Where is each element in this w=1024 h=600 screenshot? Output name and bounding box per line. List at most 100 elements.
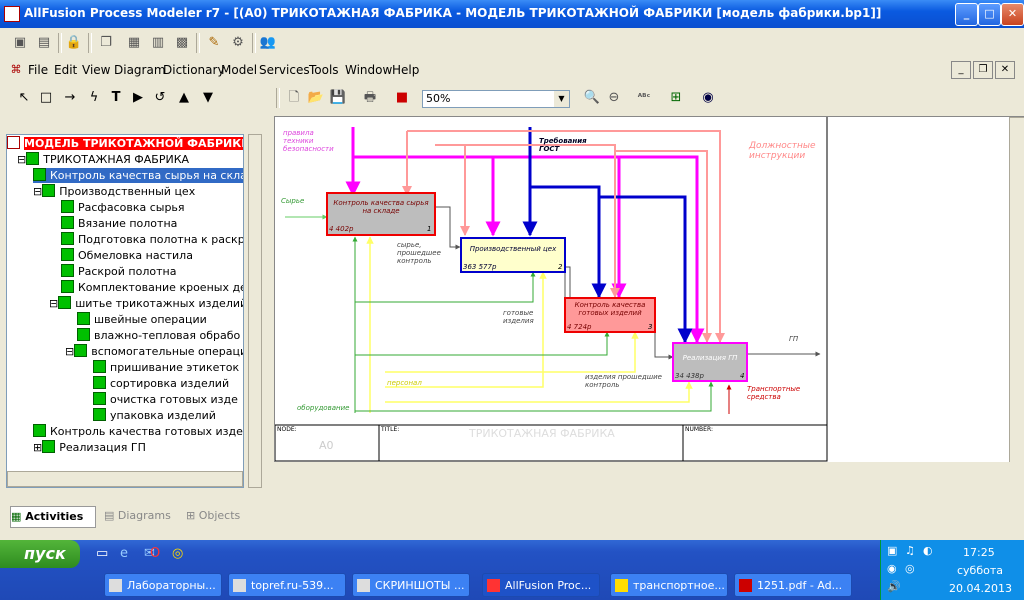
tray-icon[interactable]: ▣ (887, 544, 897, 557)
label-gp[interactable]: ГП (789, 335, 798, 343)
go-parent-icon[interactable]: ▲ (174, 88, 194, 108)
tree-item[interactable]: упаковка изделий (93, 408, 216, 423)
label-equipment[interactable]: оборудование (297, 404, 349, 412)
task-1[interactable]: Лабораторны... (104, 573, 222, 597)
box-tool-icon[interactable]: □ (36, 88, 56, 108)
tab-activities[interactable]: ▦ Activities (10, 506, 96, 528)
tree-horizontal-scrollbar[interactable] (7, 471, 243, 487)
activity-box-4[interactable]: Реализация ГП (677, 354, 743, 362)
copy-icon[interactable]: ❐ (96, 33, 116, 53)
diagram-canvas[interactable]: Контроль качества сырья на складе 4 402р… (274, 116, 1024, 462)
menu-window[interactable]: Window (345, 63, 392, 77)
color-icon[interactable]: ■ (392, 88, 412, 108)
undo-rotate-icon[interactable]: ↺ (150, 88, 170, 108)
decompose-icon[interactable]: ▶ (128, 88, 148, 108)
menu-tools[interactable]: Tools (309, 63, 339, 77)
tab-diagrams[interactable]: ▤ Diagrams (104, 506, 178, 526)
menu-file[interactable]: File (28, 63, 48, 77)
menu-edit[interactable]: Edit (54, 63, 77, 77)
report-icon[interactable]: ▦ (124, 33, 144, 53)
desktop-icon[interactable]: ▭ (96, 546, 108, 561)
chrome-icon[interactable]: ◎ (172, 546, 183, 561)
volume-icon[interactable]: 🔊 (887, 580, 901, 593)
open-icon[interactable]: 📂 (306, 88, 326, 108)
zoom-out-icon[interactable]: ⊖ (604, 88, 624, 108)
text-tool-icon[interactable]: T (106, 88, 126, 108)
tree-item[interactable]: Расфасовка сырья (61, 200, 185, 215)
settings-icon[interactable]: ⚙ (228, 33, 248, 53)
task-2[interactable]: topref.ru-539... (228, 573, 346, 597)
mdi-close-button[interactable]: ✕ (995, 61, 1015, 79)
splitter[interactable] (262, 114, 274, 540)
tree-item[interactable]: Контроль качества готовых издел (33, 424, 243, 439)
save-icon[interactable]: 💾 (328, 88, 348, 108)
tree-item[interactable]: сортировка изделий (93, 376, 229, 391)
start-button[interactable]: пуск (0, 540, 80, 568)
tree-item[interactable]: влажно-тепловая обрабо (77, 328, 240, 343)
tools-icon[interactable]: ✎ (204, 33, 224, 53)
label-raw[interactable]: Сырье (281, 197, 304, 205)
close-button[interactable]: ✕ (1001, 3, 1024, 26)
menu-help[interactable]: Help (392, 63, 419, 77)
task-6[interactable]: 1251.pdf - Ad... (734, 573, 852, 597)
model-tree-icon[interactable]: ⊞ (666, 88, 686, 108)
tray-icon[interactable]: ♫ (905, 544, 915, 557)
activity-box-3[interactable]: Контроль качества готовых изделий (569, 301, 651, 317)
task-4-active[interactable]: AllFusion Proc... (482, 573, 600, 597)
mdi-restore-button[interactable]: ❐ (973, 61, 993, 79)
new-icon[interactable]: 🗋 (284, 88, 304, 108)
menu-diagram[interactable]: Diagram (114, 63, 166, 77)
lock-icon[interactable]: 🔒 (64, 33, 84, 53)
opera-icon[interactable]: O (150, 546, 160, 561)
tray-icon[interactable]: ◉ (887, 562, 897, 575)
menu-model[interactable]: Model (221, 63, 257, 77)
tree-item[interactable]: ⊞ Реализация ГП (33, 440, 146, 455)
tray-icon[interactable]: ◐ (923, 544, 933, 557)
tree-item[interactable]: очистка готовых изде (93, 392, 238, 407)
zoom-in-icon[interactable]: 🔍 (582, 88, 602, 108)
menu-services[interactable]: Services (259, 63, 310, 77)
spell-check-icon[interactable]: ᴬᴮᶜ (634, 88, 654, 108)
ie-icon[interactable]: e (120, 546, 128, 561)
tree-item[interactable]: ⊟ Производственный цех (33, 184, 195, 199)
tree-item[interactable]: Вязание полотна (61, 216, 177, 231)
tree-item[interactable]: Раскрой полотна (61, 264, 176, 279)
label-gost[interactable]: Требования ГОСТ (539, 137, 589, 153)
tree-item[interactable]: швейные операции (77, 312, 207, 327)
label-passed[interactable]: изделия прошедшие контроль (585, 373, 665, 389)
grid-icon[interactable]: ▥ (148, 33, 168, 53)
label-finished[interactable]: готовые изделия (503, 309, 553, 325)
activity-box-1[interactable]: Контроль качества сырья на складе (333, 199, 429, 215)
table-icon[interactable]: ▩ (172, 33, 192, 53)
tree-root[interactable]: МОДЕЛЬ ТРИКОТАЖНОЙ ФАБРИКИ (7, 136, 243, 151)
tree-item[interactable]: Обмеловка настила (61, 248, 193, 263)
arrow-tool-icon[interactable]: → (60, 88, 80, 108)
app-icon[interactable] (4, 6, 20, 22)
globe-icon[interactable]: ◉ (698, 88, 718, 108)
label-raw-passed[interactable]: сырье, прошедшее контроль (397, 241, 457, 265)
tab-objects[interactable]: ⊞ Objects (186, 506, 256, 526)
tree-item[interactable]: Комплектование кроеных де (61, 280, 243, 295)
tray-icon[interactable]: ◎ (905, 562, 915, 575)
label-duties[interactable]: Должностные инструкции (749, 141, 829, 161)
menu-view[interactable]: View (82, 63, 110, 77)
tree-item[interactable]: Подготовка полотна к раскрою (61, 232, 243, 247)
label-safety[interactable]: правила техники безопасности (283, 129, 343, 153)
tree-item[interactable]: ⊟ вспомогательные операци (65, 344, 243, 359)
activity-box-2[interactable]: Производственный цех (465, 245, 561, 253)
menu-dictionary[interactable]: Dictionary (163, 63, 225, 77)
print-icon[interactable]: 🖶 (360, 88, 380, 108)
pointer-icon[interactable]: ↖ (14, 88, 34, 108)
chevron-down-icon[interactable]: ▼ (554, 91, 569, 107)
label-personnel[interactable]: персонал (387, 379, 422, 387)
users-icon[interactable]: 👥 (258, 33, 278, 53)
label-transport[interactable]: Транспортные средства (747, 385, 807, 401)
tree-item-selected[interactable]: Контроль качества сырья на скла (33, 168, 243, 183)
canvas-vertical-scrollbar[interactable] (1009, 117, 1024, 462)
minimize-button[interactable]: _ (955, 3, 978, 26)
tree-item[interactable]: пришивание этикеток (93, 360, 239, 375)
zoom-select[interactable]: 50% ▼ (422, 90, 570, 108)
tree-item[interactable]: ⊟ шитье трикотажных изделий (49, 296, 243, 311)
model-explorer-icon[interactable]: ▤ (34, 33, 54, 53)
tree-vertical-scrollbar[interactable] (248, 134, 262, 488)
